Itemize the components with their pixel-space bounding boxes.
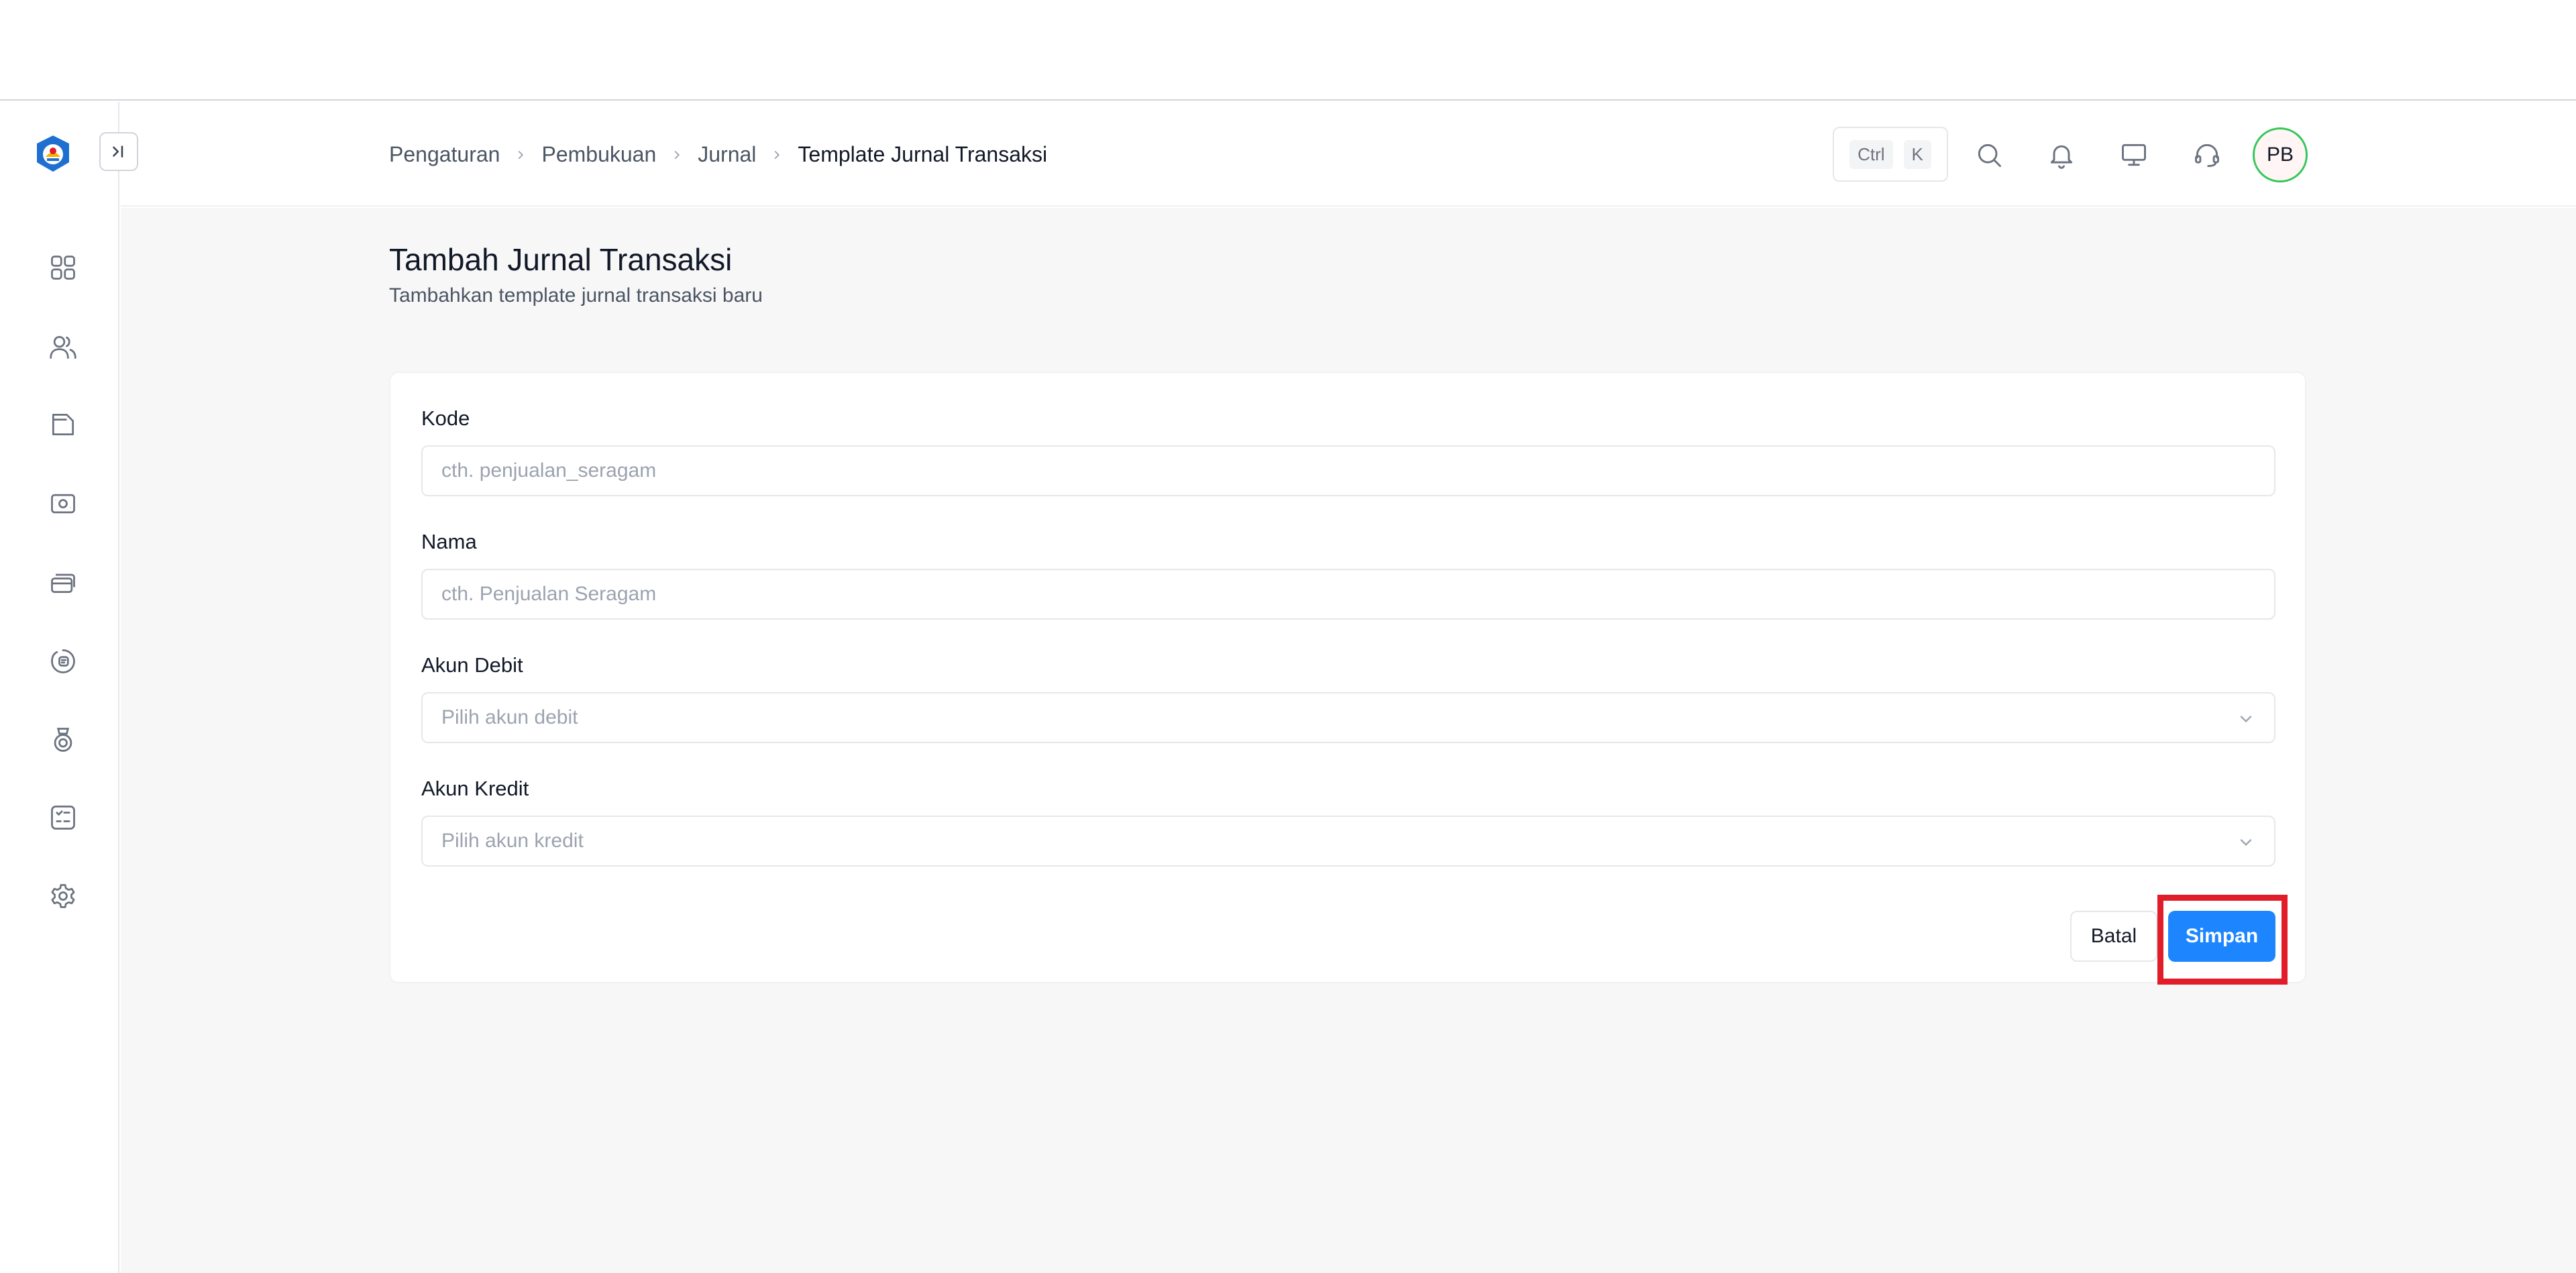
- akun-kredit-select[interactable]: Pilih akun kredit: [421, 816, 2275, 867]
- sidebar-item-tasks[interactable]: [47, 801, 79, 834]
- checklist-icon: [51, 806, 75, 830]
- notifications-button[interactable]: [2045, 138, 2078, 172]
- user-avatar[interactable]: PB: [2253, 127, 2308, 182]
- search-icon: [1978, 144, 2001, 167]
- akun-kredit-placeholder: Pilih akun kredit: [441, 830, 584, 852]
- breadcrumb-current: Template Jurnal Transaksi: [798, 142, 1048, 166]
- chevron-right-icon: [769, 148, 784, 162]
- shortcut-key-k: K: [1903, 140, 1931, 169]
- chevron-right-icon: [513, 148, 528, 162]
- bell-icon: [2050, 145, 2073, 169]
- sidebar-item-accounts[interactable]: [47, 645, 79, 677]
- window-top-strip: [0, 0, 2576, 101]
- command-palette-shortcut[interactable]: Ctrl K: [1833, 127, 1948, 182]
- sidebar-item-documents[interactable]: [47, 408, 79, 441]
- save-button[interactable]: Simpan: [2168, 911, 2275, 962]
- folder-icon: [52, 413, 74, 436]
- monitor-icon: [2122, 144, 2146, 166]
- headset-icon: [2195, 144, 2219, 167]
- chevron-down-icon: [2240, 839, 2252, 846]
- settings-icon: [51, 884, 75, 908]
- sidebar-item-dashboard[interactable]: [47, 252, 79, 284]
- cancel-button[interactable]: Batal: [2070, 911, 2157, 962]
- page-title: Tambah Jurnal Transaksi: [389, 242, 733, 277]
- sidebar-item-payments[interactable]: [47, 566, 79, 598]
- page-subtitle: Tambahkan template jurnal transaksi baru: [389, 284, 763, 307]
- chevron-down-icon: [2240, 716, 2252, 723]
- nama-label: Nama: [421, 530, 477, 553]
- breadcrumb-item-pembukuan[interactable]: Pembukuan: [541, 142, 656, 167]
- kode-input[interactable]: [421, 445, 2275, 496]
- top-header: Pengaturan Pembukuan Jurnal Template Jur…: [121, 102, 2576, 207]
- cash-icon: [51, 494, 75, 514]
- medal-icon: [54, 728, 72, 752]
- sidebar: [0, 102, 138, 1273]
- sidebar-collapse-button[interactable]: [99, 132, 138, 171]
- kode-label: Kode: [421, 406, 470, 430]
- dashboard-grid-icon: [51, 256, 75, 280]
- cards-icon: [51, 573, 75, 594]
- sidebar-item-settings[interactable]: [47, 880, 79, 912]
- journal-form-card: Kode Nama Akun Debit Pilih akun debit Ak…: [389, 372, 2306, 983]
- search-button[interactable]: [1972, 138, 2006, 172]
- display-button[interactable]: [2117, 138, 2151, 172]
- chevron-right-icon: [669, 148, 684, 162]
- sidebar-item-finance[interactable]: [47, 488, 79, 520]
- sidebar-item-achievements[interactable]: [47, 724, 79, 756]
- sidebar-item-users[interactable]: [47, 331, 79, 363]
- support-button[interactable]: [2190, 138, 2224, 172]
- breadcrumb: Pengaturan Pembukuan Jurnal Template Jur…: [389, 142, 1047, 167]
- akun-debit-select[interactable]: Pilih akun debit: [421, 692, 2275, 743]
- app-logo-icon[interactable]: [34, 134, 72, 173]
- nama-input[interactable]: [421, 569, 2275, 620]
- badge-icon: [51, 649, 75, 673]
- akun-debit-placeholder: Pilih akun debit: [441, 706, 578, 728]
- shortcut-key-ctrl: Ctrl: [1849, 140, 1893, 169]
- main-content: Tambah Jurnal Transaksi Tambahkan templa…: [121, 208, 2576, 1273]
- akun-kredit-label: Akun Kredit: [421, 777, 529, 800]
- breadcrumb-item-jurnal[interactable]: Jurnal: [698, 142, 756, 167]
- expand-sidebar-icon: [113, 146, 123, 158]
- breadcrumb-item-pengaturan[interactable]: Pengaturan: [389, 142, 500, 167]
- users-icon: [50, 335, 76, 359]
- akun-debit-label: Akun Debit: [421, 653, 523, 677]
